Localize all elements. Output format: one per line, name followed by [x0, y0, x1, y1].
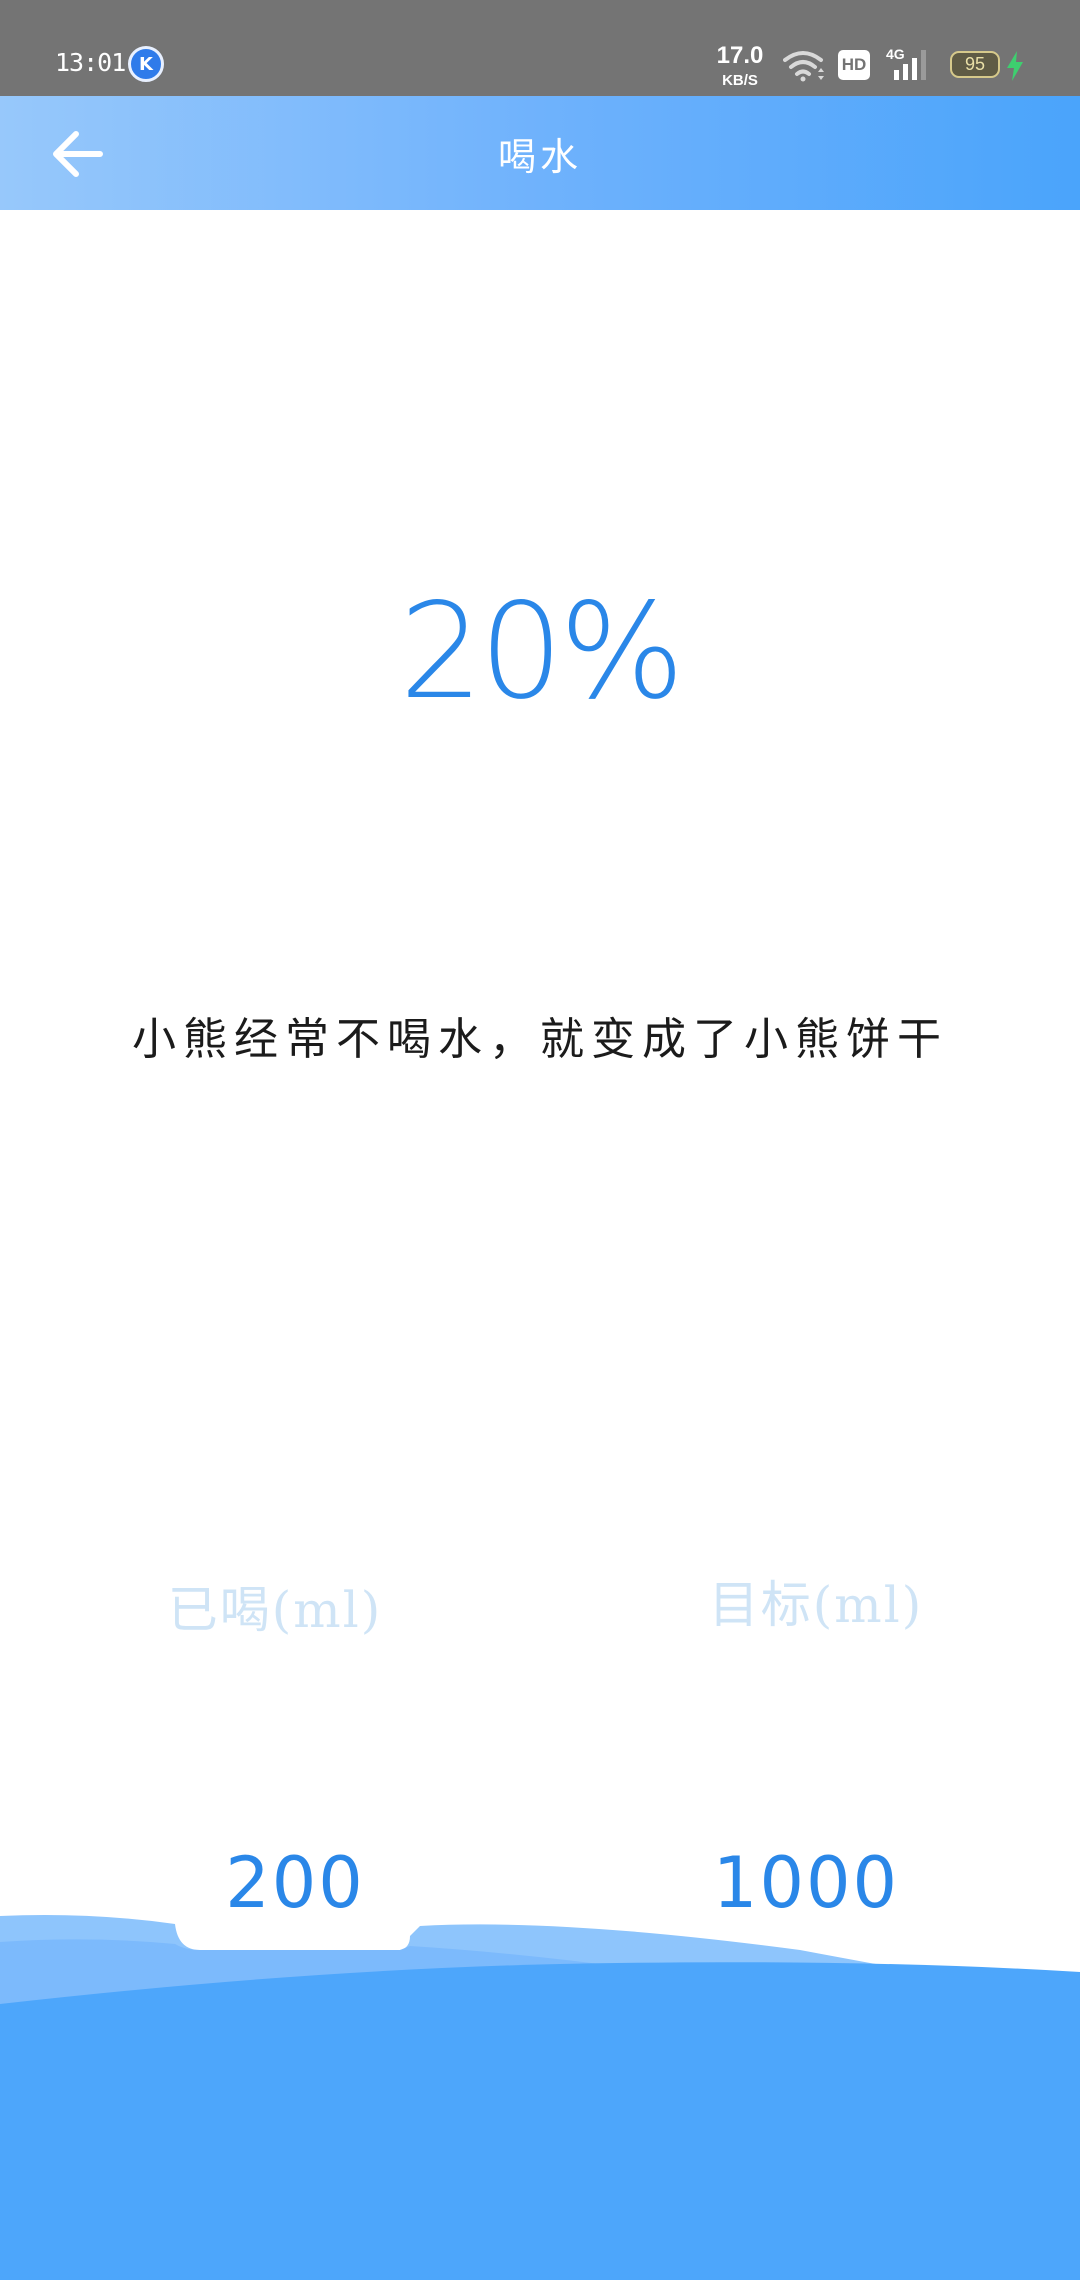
wifi-icon	[783, 51, 824, 82]
network-speed-unit: KB/S	[722, 72, 758, 89]
signal-icon	[894, 50, 926, 80]
app-bar: 喝水	[0, 96, 1080, 210]
app-notification-icon: K	[128, 46, 164, 82]
status-time: 13:01	[55, 48, 126, 77]
hd-voice-badge: HD	[838, 50, 870, 80]
hint-message: 小熊经常不喝水，就变成了小熊饼干	[132, 1014, 948, 1065]
network-speed: 17.0 KB/S	[714, 42, 766, 89]
charging-icon	[1007, 51, 1023, 81]
page-title: 喝水	[497, 134, 582, 179]
network-speed-value: 17.0	[716, 42, 764, 69]
status-bar: 13:01 K 17.0 KB/S HD 4G 95	[0, 0, 1080, 96]
target-label: 目标(ml)	[708, 1576, 924, 1634]
drunk-label: 已喝(ml)	[167, 1581, 383, 1639]
battery-icon: 95	[950, 51, 1000, 78]
progress-percent: 20%	[399, 575, 684, 729]
water-wave-illustration	[0, 1915, 1080, 2280]
